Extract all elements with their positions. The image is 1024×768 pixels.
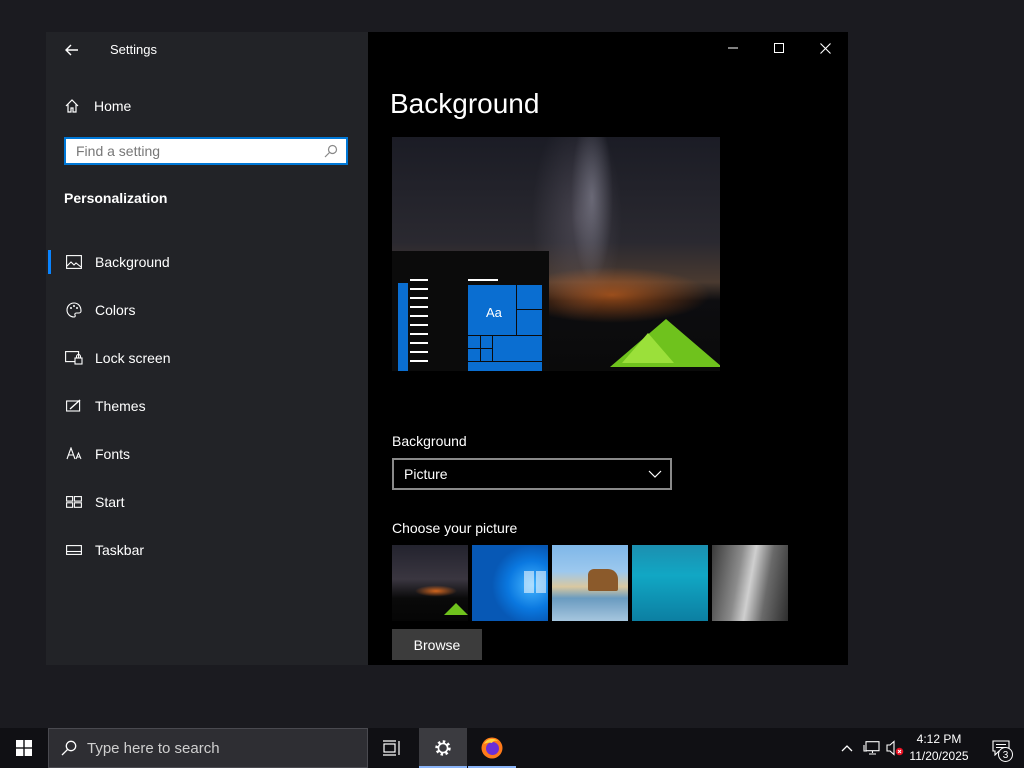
nav-item-themes[interactable]: Themes [46, 382, 368, 430]
choose-picture-label: Choose your picture [392, 520, 518, 536]
palette-icon [64, 300, 84, 320]
firefox-icon [481, 737, 503, 759]
preview-tile [516, 309, 543, 336]
themes-icon [64, 396, 84, 416]
windows-logo-icon [16, 740, 32, 756]
preview-tile-large: Aa [467, 284, 517, 336]
home-icon [65, 99, 79, 113]
search-icon [320, 140, 342, 162]
gear-icon [435, 740, 451, 756]
background-field-label: Background [392, 433, 467, 449]
thumbnail-beach-rocks[interactable] [552, 545, 628, 621]
app-title: Settings [110, 42, 157, 57]
minimize-button[interactable] [710, 32, 756, 64]
home-link[interactable]: Home [64, 94, 131, 118]
thumbnail-windows-blue[interactable] [472, 545, 548, 621]
thumbnail-underwater-swimmer[interactable] [632, 545, 708, 621]
taskbar-search-box[interactable]: Type here to search [48, 728, 368, 768]
nav-item-fonts[interactable]: Fonts [46, 430, 368, 478]
nav-label-background: Background [95, 254, 170, 270]
home-label: Home [94, 98, 132, 114]
sidebar: Settings Home Personalization Background… [46, 32, 368, 665]
nav-item-start[interactable]: Start [46, 478, 368, 526]
preview-tile-header [468, 279, 498, 281]
preview-tile [467, 361, 543, 371]
preview-tile-label: Aa [486, 305, 502, 320]
taskbar-firefox-app[interactable] [468, 728, 516, 768]
nav-label-themes: Themes [95, 398, 146, 414]
settings-window: Settings Home Personalization Background… [46, 32, 848, 665]
close-button[interactable] [802, 32, 848, 64]
maximize-button[interactable] [756, 32, 802, 64]
preview-start-strip [398, 283, 408, 371]
picture-thumbnails [392, 545, 788, 621]
find-setting-input[interactable] [66, 140, 320, 162]
preview-tile [467, 348, 481, 362]
taskbar-settings-app[interactable] [419, 728, 467, 768]
clock-time: 4:12 PM [916, 732, 962, 746]
taskbar-search-placeholder: Type here to search [87, 739, 220, 757]
back-arrow-icon [65, 44, 78, 56]
nav-label-lock-screen: Lock screen [95, 350, 171, 366]
background-preview: Aa [392, 137, 720, 371]
close-icon [819, 42, 831, 54]
section-title: Personalization [64, 190, 168, 206]
preview-tile [516, 284, 543, 310]
fonts-icon [64, 444, 84, 464]
task-view-icon [383, 740, 400, 756]
preview-tiles: Aa [467, 284, 543, 371]
page-title: Background [390, 88, 540, 119]
volume-muted-icon [886, 740, 904, 756]
nav-item-lock-screen[interactable]: Lock screen [46, 334, 368, 382]
preview-start-menu: Aa [392, 251, 549, 371]
preview-tile [480, 335, 493, 349]
task-view-button[interactable] [370, 728, 414, 768]
notification-count-badge: 3 [998, 747, 1013, 762]
nav-label-start: Start [95, 494, 125, 510]
start-icon [64, 492, 84, 512]
find-setting-box[interactable] [64, 137, 348, 165]
search-icon [61, 740, 77, 756]
action-center-button[interactable]: 3 [978, 728, 1024, 768]
nav-item-taskbar[interactable]: Taskbar [46, 526, 368, 574]
background-type-value: Picture [404, 466, 448, 482]
chevron-down-icon [648, 470, 662, 478]
back-button[interactable] [60, 38, 84, 62]
chevron-up-icon [841, 745, 853, 752]
nav-label-taskbar: Taskbar [95, 542, 145, 558]
preview-app-list [410, 279, 428, 369]
maximize-icon [774, 43, 784, 53]
nav-label-fonts: Fonts [95, 446, 131, 462]
network-tray-button[interactable] [860, 728, 884, 768]
background-type-dropdown[interactable]: Picture [392, 458, 672, 490]
network-icon [863, 741, 880, 755]
start-button[interactable] [0, 728, 48, 768]
preview-tile [467, 335, 481, 349]
browse-button[interactable]: Browse [392, 629, 482, 660]
nav-item-colors[interactable]: Colors [46, 286, 368, 334]
preview-tile [492, 335, 543, 362]
preview-tent-highlight [622, 333, 674, 363]
personalization-nav: Background Colors Lock screen Themes Fon… [46, 238, 368, 574]
thumbnail-night-sky-tent[interactable] [392, 545, 468, 621]
show-hidden-icons-button[interactable] [836, 728, 858, 768]
nav-label-colors: Colors [95, 302, 136, 318]
taskbar-icon [64, 540, 84, 560]
thumbnail-rock-cliff[interactable] [712, 545, 788, 621]
preview-tile [480, 348, 493, 362]
taskbar: Type here to search 4:12 PM 11/20/2025 3 [0, 728, 1024, 768]
volume-tray-button[interactable] [884, 728, 906, 768]
minimize-icon [728, 47, 738, 49]
lock-screen-icon [64, 348, 84, 368]
main-content: Background Aa Background Picture Choose … [368, 32, 848, 665]
picture-icon [64, 252, 84, 272]
nav-item-background[interactable]: Background [46, 238, 368, 286]
clock[interactable]: 4:12 PM 11/20/2025 [905, 731, 973, 765]
clock-date: 11/20/2025 [909, 749, 969, 763]
